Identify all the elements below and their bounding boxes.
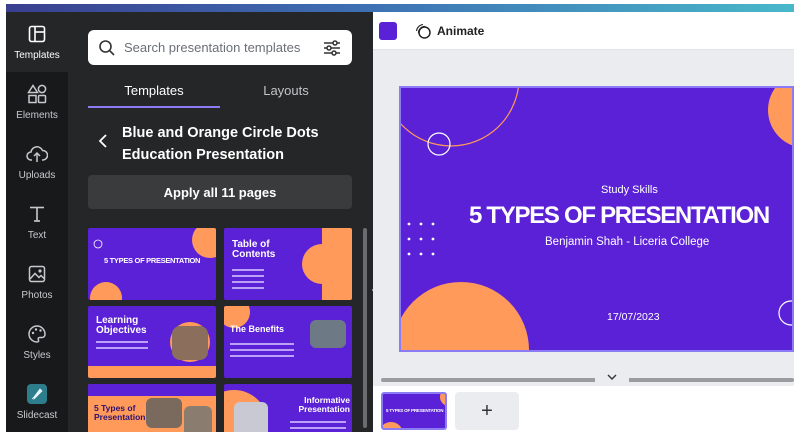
top-accent-bar (6, 4, 794, 12)
filter-icon[interactable] (322, 38, 342, 58)
rail-item-uploads[interactable]: Uploads (6, 132, 68, 192)
slidecast-icon (26, 383, 48, 405)
add-page-button[interactable]: + (455, 392, 519, 430)
photos-icon (26, 263, 48, 285)
panel-tabs: Templates Layouts (88, 74, 352, 108)
rail-item-photos[interactable]: Photos (6, 252, 68, 312)
search-icon (98, 39, 116, 57)
template-thumbnail[interactable]: The Benefits (224, 306, 352, 378)
rail-item-templates[interactable]: Templates (6, 12, 68, 72)
thumbnail-title: 5 TYPES OF PRESENTATION (104, 256, 201, 265)
left-rail: Templates Elements Uploads Text Photos S… (6, 12, 68, 432)
rail-label: Templates (14, 50, 60, 61)
editor-area: Animate Study Skills 5 TYPES OF PRESENTA… (373, 12, 794, 432)
styles-icon (26, 323, 48, 345)
slide-title[interactable]: 5 TYPES OF PRESENTATION (469, 202, 770, 230)
editor-horizontal-scrollbar[interactable] (381, 378, 794, 382)
template-title: Blue and Orange Circle Dots Education Pr… (122, 125, 319, 163)
template-thumbnail[interactable]: Informative Presentation (224, 384, 352, 432)
apply-all-pages-button[interactable]: Apply all 11 pages (88, 175, 352, 209)
slide-date[interactable]: 17/07/2023 (607, 311, 660, 323)
rail-label: Slidecast (16, 410, 58, 421)
thumbnail-title: Informative Presentation (298, 395, 351, 414)
uploads-icon (26, 143, 48, 165)
editor-toolbar: Animate (373, 12, 794, 50)
template-thumbnail[interactable]: Learning Objectives (88, 306, 216, 378)
back-chevron-icon[interactable] (94, 132, 112, 150)
rail-label: Elements (16, 110, 58, 121)
slide-subtitle[interactable]: Study Skills (601, 184, 658, 196)
text-icon (26, 203, 48, 225)
animate-button[interactable]: Animate (415, 23, 484, 39)
rail-label: Photos (21, 290, 53, 301)
thumbnail-title: 5 Types of Presentation (94, 403, 146, 422)
page-thumbnail[interactable]: 5 TYPES OF PRESENTATION (381, 392, 447, 430)
animate-icon (415, 23, 431, 39)
templates-panel: Templates Layouts Blue and Orange Circle… (68, 12, 373, 432)
show-pages-toggle[interactable] (595, 370, 629, 384)
rail-item-slidecast[interactable]: Slidecast (6, 372, 68, 432)
template-thumbnail[interactable]: Table of Contents (224, 228, 352, 300)
thumbnail-title: Learning Objectives (96, 315, 147, 336)
rail-label: Uploads (18, 170, 56, 181)
search-input[interactable] (124, 40, 322, 55)
page-thumbnail-title: 5 TYPES OF PRESENTATION (386, 408, 444, 413)
rail-item-text[interactable]: Text (6, 192, 68, 252)
panel-scrollbar[interactable] (363, 228, 367, 428)
slide-author[interactable]: Benjamin Shah - Liceria College (545, 236, 709, 248)
color-swatch[interactable] (379, 21, 397, 40)
chevron-down-icon (607, 374, 617, 380)
rail-label: Styles (23, 350, 51, 361)
templates-icon (26, 23, 48, 45)
thumbnail-title: Table of Contents (232, 239, 276, 260)
slide-canvas[interactable]: Study Skills 5 TYPES OF PRESENTATION Ben… (399, 86, 794, 352)
animate-label: Animate (437, 23, 485, 38)
tab-layouts[interactable]: Layouts (220, 74, 352, 108)
rail-item-elements[interactable]: Elements (6, 72, 68, 132)
template-thumbnail[interactable]: 5 Types of Presentation (88, 384, 216, 432)
elements-icon (26, 83, 48, 105)
app-window: Templates Elements Uploads Text Photos S… (6, 4, 794, 432)
tab-templates[interactable]: Templates (88, 74, 220, 108)
rail-label: Text (27, 230, 47, 241)
template-thumbnail[interactable]: 5 TYPES OF PRESENTATION (88, 228, 216, 300)
search-box[interactable] (88, 30, 352, 65)
page-strip: 5 TYPES OF PRESENTATION + (373, 386, 794, 432)
rail-item-styles[interactable]: Styles (6, 312, 68, 372)
thumbnail-title: The Benefits (230, 324, 285, 334)
